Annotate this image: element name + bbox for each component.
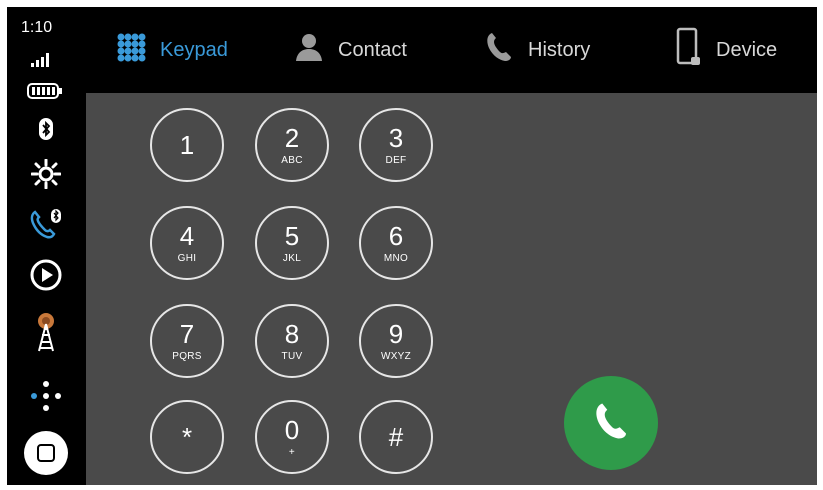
key-digit: 4 — [179, 220, 195, 251]
tab-history[interactable]: History — [484, 7, 590, 93]
radio-tower-icon[interactable] — [26, 307, 66, 357]
key-digit: 0 — [284, 414, 300, 445]
key-6[interactable]: 6 MNO — [359, 206, 433, 280]
key-digit: 8 — [284, 318, 300, 349]
tab-device[interactable]: Device — [676, 7, 777, 93]
apps-dots-icon[interactable] — [26, 377, 66, 417]
key-4[interactable]: 4 GHI — [150, 206, 224, 280]
signal-strength-icon — [31, 49, 53, 72]
key-digit: 6 — [388, 220, 404, 251]
keypad-panel: 1 2 ABC 3 DEF 4 GHI 5 JKL 6 MNO 7 PQRS 8 — [86, 93, 817, 485]
infotainment-screen: 1:10 Keypad Contact History Device 1 2 A… — [7, 7, 817, 485]
key-digit: 2 — [284, 122, 300, 153]
key-letters: DEF — [385, 154, 407, 166]
key-letters: + — [288, 446, 296, 458]
key-8[interactable]: 8 TUV — [255, 304, 329, 378]
key-digit: 7 — [179, 318, 195, 349]
phone-call-icon — [591, 401, 631, 446]
key-2[interactable]: 2 ABC — [255, 108, 329, 182]
key-digit: # — [388, 422, 404, 452]
brightness-icon[interactable] — [26, 154, 66, 194]
key-7[interactable]: 7 PQRS — [150, 304, 224, 378]
smartphone-icon — [676, 27, 702, 73]
tab-contact[interactable]: Contact — [294, 7, 407, 93]
key-digit: 1 — [179, 130, 195, 160]
battery-icon — [27, 83, 63, 104]
key-letters: WXYZ — [380, 350, 412, 362]
keypad-grid-icon — [116, 32, 146, 68]
tab-device-label: Device — [716, 38, 778, 61]
key-digit: 3 — [388, 122, 404, 153]
tab-history-label: History — [528, 38, 591, 61]
key-digit: 5 — [284, 220, 300, 251]
key-letters: TUV — [281, 350, 303, 362]
call-button[interactable] — [564, 376, 658, 470]
key-letters: PQRS — [172, 350, 202, 362]
key-digit: 9 — [388, 318, 404, 349]
tab-contact-label: Contact — [338, 38, 407, 61]
key-5[interactable]: 5 JKL — [255, 206, 329, 280]
key-letters: JKL — [282, 252, 302, 264]
tab-bar: Keypad Contact History Device — [86, 7, 817, 93]
sidebar: 1:10 — [7, 7, 86, 485]
key-star[interactable]: * — [150, 400, 224, 474]
key-letters: GHI — [177, 252, 197, 264]
key-letters: ABC — [281, 154, 303, 166]
person-icon — [294, 32, 324, 68]
key-1[interactable]: 1 — [150, 108, 224, 182]
phone-handset-icon — [484, 31, 514, 69]
play-icon[interactable] — [26, 255, 66, 295]
tab-keypad-label: Keypad — [160, 38, 228, 61]
phone-bluetooth-icon[interactable] — [26, 204, 66, 244]
bluetooth-icon[interactable] — [26, 109, 66, 149]
key-hash[interactable]: # — [359, 400, 433, 474]
home-button[interactable] — [24, 431, 68, 475]
key-3[interactable]: 3 DEF — [359, 108, 433, 182]
key-letters: MNO — [383, 252, 409, 264]
home-button-icon — [37, 444, 55, 462]
key-9[interactable]: 9 WXYZ — [359, 304, 433, 378]
tab-keypad[interactable]: Keypad — [116, 7, 228, 93]
key-0[interactable]: 0 + — [255, 400, 329, 474]
key-digit: * — [181, 422, 193, 452]
clock: 1:10 — [21, 19, 53, 36]
